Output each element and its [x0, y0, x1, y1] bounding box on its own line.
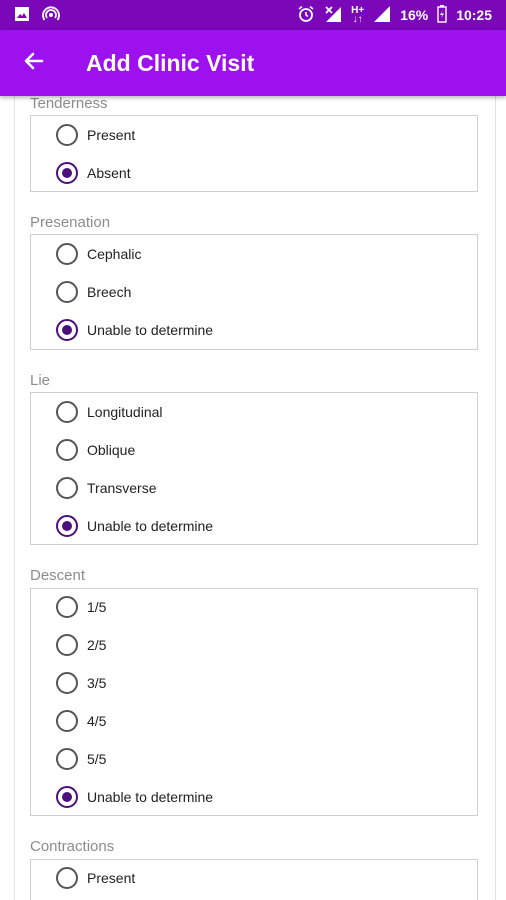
option-label: 2/5: [87, 637, 107, 653]
option-label: Unable to determine: [87, 518, 214, 534]
battery-percent: 16%: [400, 7, 429, 23]
clock: 10:25: [456, 7, 492, 23]
app-bar: Add Clinic Visit: [0, 30, 506, 96]
hotspot-icon: [42, 6, 60, 25]
radio-option-present[interactable]: Present: [56, 121, 135, 149]
option-label: Unable to determine: [87, 322, 214, 338]
radio-option-2-5[interactable]: 2/5: [56, 631, 106, 659]
arrow-left-icon: [22, 49, 46, 78]
radio-option-unable-to-determine[interactable]: Unable to determine: [56, 316, 213, 344]
radio-option-unable-to-determine[interactable]: Unable to determine: [56, 783, 213, 811]
radio-group-lie: Longitudinal Oblique Transverse Unable t…: [30, 392, 478, 545]
battery-icon: [437, 4, 447, 26]
radio-button[interactable]: [56, 439, 78, 461]
alarm-icon: [297, 5, 315, 26]
radio-option-3-5[interactable]: 3/5: [56, 669, 106, 697]
radio-option-present[interactable]: Present: [56, 864, 135, 892]
no-signal-icon: [324, 5, 342, 26]
option-label: Present: [87, 870, 136, 886]
option-label: 5/5: [87, 751, 107, 767]
option-label: Cephalic: [87, 246, 142, 262]
signal-icon: [373, 5, 391, 26]
option-label: 1/5: [87, 599, 107, 615]
option-label: Unable to determine: [87, 789, 214, 805]
radio-button-selected[interactable]: [56, 319, 78, 341]
radio-option-oblique[interactable]: Oblique: [56, 436, 135, 464]
radio-button[interactable]: [56, 748, 78, 770]
radio-group-presentation: Cephalic Breech Unable to determine: [30, 234, 478, 350]
radio-option-transverse[interactable]: Transverse: [56, 474, 157, 502]
radio-option-unable-to-determine[interactable]: Unable to determine: [56, 512, 213, 540]
option-label: 3/5: [87, 675, 107, 691]
radio-button[interactable]: [56, 672, 78, 694]
radio-button[interactable]: [56, 124, 78, 146]
radio-option-absent[interactable]: Absent: [56, 159, 131, 187]
option-label: Absent: [87, 165, 131, 181]
status-right: H+ ↓↑ 16% 10:25: [297, 4, 492, 26]
section-label: Tenderness: [30, 96, 108, 112]
radio-button[interactable]: [56, 596, 78, 618]
radio-button[interactable]: [56, 634, 78, 656]
radio-button[interactable]: [56, 243, 78, 265]
radio-button-selected[interactable]: [56, 786, 78, 808]
option-label: Transverse: [87, 480, 157, 496]
radio-option-4-5[interactable]: 4/5: [56, 707, 106, 735]
radio-button[interactable]: [56, 710, 78, 732]
radio-button-selected[interactable]: [56, 515, 78, 537]
radio-button[interactable]: [56, 281, 78, 303]
radio-group-contractions: Present: [30, 859, 478, 900]
data-arrows-icon: H+ ↓↑: [351, 5, 365, 25]
radio-button[interactable]: [56, 477, 78, 499]
radio-option-5-5[interactable]: 5/5: [56, 745, 106, 773]
page-title: Add Clinic Visit: [86, 49, 255, 76]
radio-option-longitudinal[interactable]: Longitudinal: [56, 398, 163, 426]
option-label: Longitudinal: [87, 404, 163, 420]
back-button[interactable]: [4, 30, 64, 96]
option-label: Breech: [87, 284, 132, 300]
radio-button[interactable]: [56, 401, 78, 423]
section-label: Presenation: [30, 214, 111, 231]
radio-group-tenderness: Present Absent: [30, 115, 478, 192]
network-type: H+: [351, 5, 365, 16]
radio-option-cephalic[interactable]: Cephalic: [56, 240, 141, 268]
radio-button[interactable]: [56, 867, 78, 889]
image-icon: [14, 6, 30, 25]
form-content[interactable]: Tenderness Present Absent Presenation Ce…: [14, 96, 496, 900]
option-label: Present: [87, 127, 136, 143]
section-label: Lie: [30, 372, 51, 389]
option-label: Oblique: [87, 442, 136, 458]
section-label: Descent: [30, 567, 86, 584]
section-label: Contractions: [30, 838, 115, 855]
radio-option-1-5[interactable]: 1/5: [56, 593, 106, 621]
radio-group-descent: 1/5 2/5 3/5 4/5 5/5 Unable to determine: [30, 588, 478, 816]
status-left: [14, 6, 60, 25]
radio-button-selected[interactable]: [56, 162, 78, 184]
radio-option-breech[interactable]: Breech: [56, 278, 131, 306]
option-label: 4/5: [87, 713, 107, 729]
status-bar: H+ ↓↑ 16% 10:25: [0, 0, 506, 30]
